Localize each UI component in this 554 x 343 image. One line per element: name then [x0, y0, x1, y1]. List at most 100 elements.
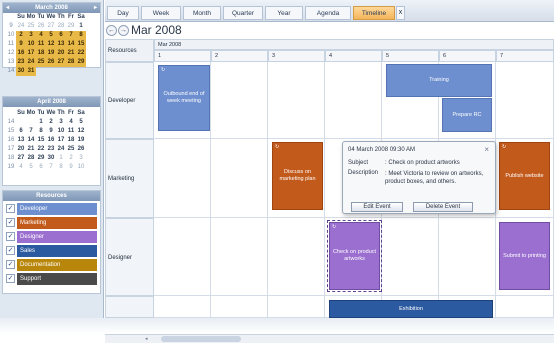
resource-filter-item[interactable]: ✓ Sales — [6, 244, 97, 257]
event-submit-to-printing[interactable]: Submit to printing — [499, 222, 550, 290]
calendar-day[interactable]: 27 — [56, 58, 66, 67]
resource-filter-item[interactable]: ✓ Designer — [6, 230, 97, 243]
checkbox-check-icon[interactable]: ✓ — [6, 246, 15, 255]
timeline-cell[interactable] — [496, 62, 554, 139]
checkbox-check-icon[interactable]: ✓ — [6, 232, 15, 241]
calendar-day[interactable]: 15 — [36, 136, 46, 145]
calendar-day[interactable]: 9 — [16, 40, 26, 49]
calendar-day[interactable]: 12 — [46, 40, 56, 49]
scrollbar-thumb[interactable] — [161, 336, 241, 342]
tab-week[interactable]: Week — [141, 6, 181, 20]
timeline-cell[interactable] — [325, 62, 382, 139]
calendar-day[interactable]: 27 — [46, 22, 56, 31]
calendar-day[interactable]: 29 — [66, 22, 76, 31]
calendar-day[interactable]: 2 — [16, 31, 26, 40]
calendar-day[interactable]: 5 — [76, 118, 86, 127]
timeline-cell[interactable] — [154, 218, 211, 296]
timeline-cell[interactable] — [211, 139, 268, 218]
timeline-cell[interactable] — [154, 296, 211, 318]
calendar-day[interactable]: 8 — [76, 31, 86, 40]
calendar-day[interactable]: 5 — [46, 31, 56, 40]
calendar-day[interactable]: 13 — [16, 136, 26, 145]
scroll-left-icon[interactable]: ◂ — [145, 336, 151, 342]
checkbox-check-icon[interactable]: ✓ — [6, 218, 15, 227]
prev-month-icon[interactable]: ◂ — [6, 3, 9, 13]
checkbox-check-icon[interactable]: ✓ — [6, 260, 15, 269]
calendar-day[interactable]: 9 — [46, 127, 56, 136]
calendar-day[interactable]: 23 — [46, 145, 56, 154]
calendar-day[interactable]: 8 — [56, 163, 66, 172]
calendar-day[interactable]: 11 — [36, 40, 46, 49]
timeline-cell[interactable] — [268, 218, 325, 296]
calendar-day[interactable]: 9 — [66, 163, 76, 172]
calendar-day[interactable]: 11 — [66, 127, 76, 136]
calendar-day[interactable]: 8 — [36, 127, 46, 136]
tab-year[interactable]: Year — [265, 6, 303, 20]
calendar-day[interactable]: 16 — [46, 136, 56, 145]
timeline-cell[interactable] — [154, 139, 211, 218]
calendar-day[interactable]: 27 — [16, 154, 26, 163]
calendar-day[interactable]: 30 — [16, 67, 26, 76]
calendar-day[interactable]: 7 — [66, 31, 76, 40]
calendar-day[interactable]: 1 — [36, 118, 46, 127]
timeline-cell[interactable] — [268, 62, 325, 139]
horizontal-scrollbar[interactable]: ◂ — [105, 334, 554, 343]
calendar-day[interactable]: 5 — [26, 163, 36, 172]
calendar-day[interactable]: 20 — [16, 145, 26, 154]
edit-event-button[interactable]: Edit Event — [351, 202, 403, 212]
checkbox-check-icon[interactable]: ✓ — [6, 274, 15, 283]
calendar-day[interactable]: 28 — [56, 22, 66, 31]
checkbox-check-icon[interactable]: ✓ — [6, 204, 15, 213]
resource-filter-item[interactable]: ✓ Marketing — [6, 216, 97, 229]
timeline-cell[interactable] — [439, 218, 496, 296]
resource-filter-item[interactable]: ✓ Documentation — [6, 258, 97, 271]
calendar-day[interactable]: 18 — [36, 49, 46, 58]
calendar-day[interactable]: 2 — [66, 154, 76, 163]
next-period-button[interactable]: → — [118, 25, 129, 36]
timeline-cell[interactable] — [382, 218, 439, 296]
calendar-day[interactable]: 3 — [26, 31, 36, 40]
next-month-icon[interactable]: ▸ — [94, 3, 97, 13]
calendar-day[interactable]: 23 — [16, 58, 26, 67]
calendar-day[interactable]: 25 — [66, 145, 76, 154]
calendar-day[interactable]: 17 — [56, 136, 66, 145]
calendar-day[interactable]: 18 — [66, 136, 76, 145]
calendar-day[interactable]: 26 — [36, 22, 46, 31]
tab-agenda[interactable]: Agenda — [305, 6, 351, 20]
calendar-day[interactable]: 24 — [56, 145, 66, 154]
resource-filter-item[interactable]: ✓ Support — [6, 272, 97, 285]
calendar-day[interactable]: 6 — [16, 127, 26, 136]
delete-event-button[interactable]: Delete Event — [413, 202, 473, 212]
calendar-day[interactable]: 16 — [16, 49, 26, 58]
timeline-cell[interactable] — [496, 296, 554, 318]
calendar-day[interactable]: 24 — [16, 22, 26, 31]
tab-day[interactable]: Day — [107, 6, 139, 20]
calendar-day[interactable]: 26 — [46, 58, 56, 67]
calendar-day[interactable]: 1 — [76, 22, 86, 31]
calendar-day[interactable]: 14 — [66, 40, 76, 49]
tab-month[interactable]: Month — [183, 6, 221, 20]
calendar-day[interactable]: 4 — [16, 163, 26, 172]
calendar-day[interactable]: 28 — [26, 154, 36, 163]
calendar-day[interactable]: 19 — [76, 136, 86, 145]
calendar-day[interactable]: 3 — [76, 154, 86, 163]
timeline-cell[interactable] — [211, 296, 268, 318]
calendar-day[interactable]: 19 — [46, 49, 56, 58]
calendar-day[interactable]: 17 — [26, 49, 36, 58]
timeline-cell[interactable] — [211, 62, 268, 139]
calendar-day[interactable]: 1 — [56, 154, 66, 163]
calendar-day[interactable]: 4 — [36, 31, 46, 40]
prev-period-button[interactable]: ← — [106, 25, 117, 36]
calendar-day[interactable]: 15 — [76, 40, 86, 49]
calendar-day[interactable]: 20 — [56, 49, 66, 58]
calendar-day[interactable]: 25 — [26, 22, 36, 31]
calendar-day[interactable]: 25 — [36, 58, 46, 67]
calendar-day[interactable]: 12 — [76, 127, 86, 136]
calendar-day[interactable]: 24 — [26, 58, 36, 67]
calendar-day[interactable]: 10 — [26, 40, 36, 49]
calendar-day[interactable]: 21 — [66, 49, 76, 58]
calendar-day[interactable]: 14 — [26, 136, 36, 145]
timeline-cell[interactable] — [211, 218, 268, 296]
calendar-day[interactable]: 26 — [76, 145, 86, 154]
event-publish-website[interactable]: ↻ Publish website — [499, 142, 550, 210]
